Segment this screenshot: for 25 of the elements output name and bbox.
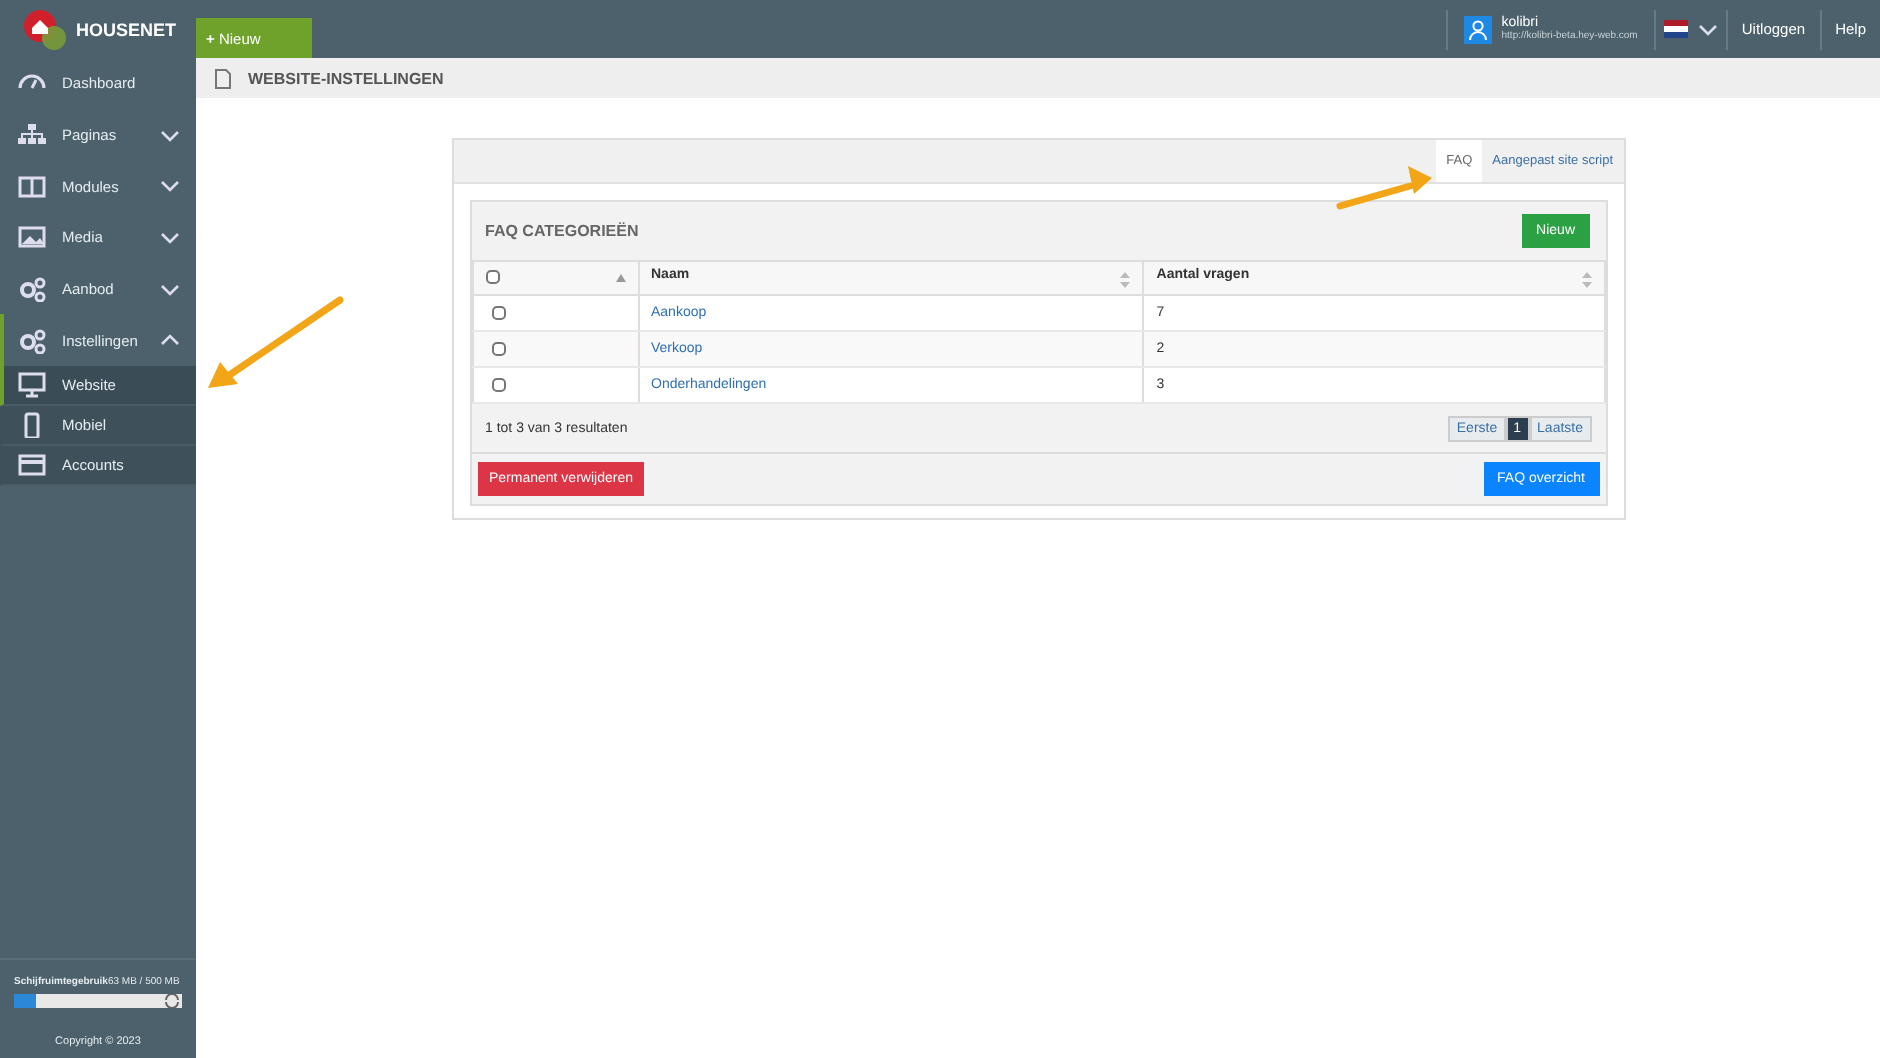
annotation-arrow [208, 296, 344, 388]
sort-icon [615, 274, 625, 283]
chevron-down-icon [1697, 23, 1718, 35]
row-checkbox[interactable] [491, 377, 505, 392]
section-title: FAQ CATEGORIEËN [485, 222, 639, 240]
logo-icon [19, 7, 72, 51]
card-icon [18, 452, 46, 479]
flag-icon [1663, 20, 1688, 38]
gears-icon [18, 276, 46, 303]
row-checkbox[interactable] [491, 305, 505, 320]
monitor-icon [18, 372, 46, 399]
refresh-icon [164, 994, 180, 1008]
row-checkbox[interactable] [491, 341, 505, 356]
page-title: WEBSITE-INSTELLINGEN [248, 69, 444, 87]
sort-icon [1581, 272, 1591, 288]
document-icon [214, 67, 232, 89]
image-icon [18, 224, 46, 251]
gears-icon [18, 327, 46, 354]
sort-icon [1120, 272, 1131, 288]
select-all-checkbox[interactable] [485, 270, 499, 285]
sitemap-icon [18, 122, 46, 149]
logo-text: HOUSENET [75, 19, 176, 39]
user-icon [1463, 15, 1492, 43]
columns-icon [18, 173, 46, 200]
annotation-arrow [1336, 166, 1432, 210]
